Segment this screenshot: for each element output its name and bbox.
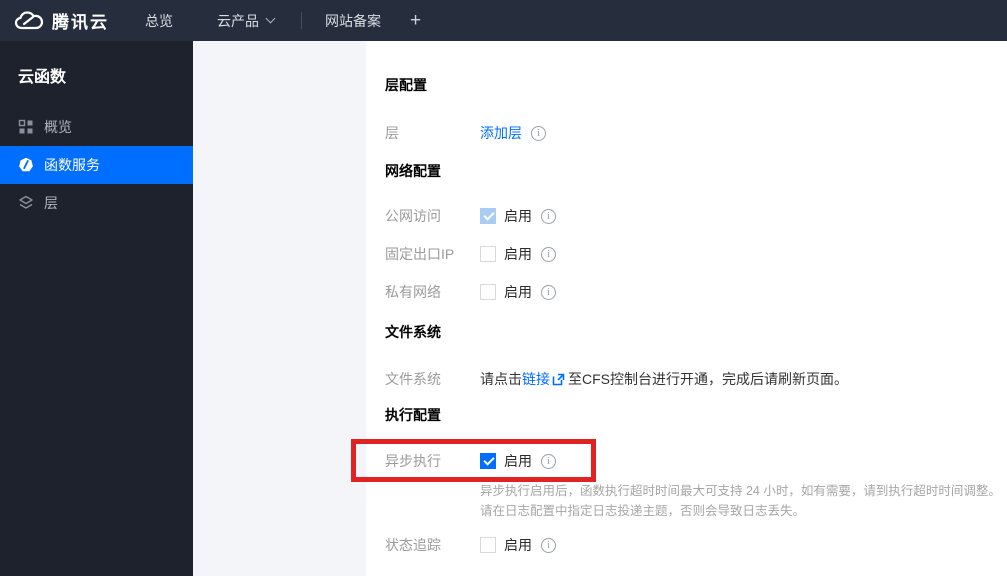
brand-name: 腾讯云 [52,13,109,32]
public-access-checkbox[interactable] [480,208,496,224]
layer-row: 层 添加层 [385,124,1007,142]
sidebar-item-label: 概览 [44,119,72,135]
private-network-label: 私有网络 [385,284,441,300]
fs-text-before: 请点击 [480,371,522,387]
nav-item-cloud-products[interactable]: 云产品 [217,11,276,31]
sidebar: 云函数 概览 函数服务 层 [0,41,193,576]
file-system-row: 文件系统 请点击 链接 至CFS控制台进行开通，完成后请刷新页面。 [385,370,1007,388]
top-nav: 腾讯云 总览 云产品 网站备案 + [0,0,1007,41]
layers-icon [18,195,34,211]
status-tracking-label: 状态追踪 [385,537,441,553]
external-link-icon[interactable] [552,373,565,386]
section-title-network-config: 网络配置 [385,163,441,179]
help-line-1: 异步执行启用后，函数执行超时时间最大可支持 24 小时，如有需要，请到执行超时时… [480,484,1001,498]
info-icon[interactable] [541,208,556,224]
private-network-row: 私有网络 启用 [385,283,1007,301]
sidebar-title: 云函数 [18,69,67,86]
enable-label: 启用 [504,208,532,224]
fs-text-after: 至CFS控制台进行开通，完成后请刷新页面。 [568,371,848,387]
info-icon[interactable] [541,453,556,469]
function-icon [18,157,34,173]
nav-add-button[interactable]: + [410,11,421,30]
section-title-file-system: 文件系统 [385,324,441,340]
enable-label: 启用 [504,537,532,553]
help-line-2: 请在日志配置中指定日志投递主题，否则会导致日志丢失。 [480,504,806,518]
chevron-down-icon [265,13,276,24]
section-title-execution-config: 执行配置 [385,407,441,423]
cloud-logo-icon [14,10,44,32]
info-icon[interactable] [541,537,556,553]
add-layer-link[interactable]: 添加层 [480,123,522,143]
secondary-panel [193,41,366,576]
enable-label: 启用 [504,284,532,300]
fixed-egress-ip-label: 固定出口IP [385,246,455,262]
async-execution-label: 异步执行 [385,453,441,469]
public-access-label: 公网访问 [385,208,441,224]
info-icon[interactable] [541,246,556,262]
nav-item-cloud-products-label: 云产品 [217,12,259,29]
nav-divider [301,12,302,29]
async-execution-checkbox[interactable] [480,453,496,469]
info-icon[interactable] [541,284,556,300]
fixed-egress-ip-checkbox[interactable] [480,246,496,262]
file-system-label: 文件系统 [385,371,441,387]
section-title-layer-config: 层配置 [385,77,427,93]
sidebar-item-label: 层 [44,195,58,211]
private-network-checkbox[interactable] [480,284,496,300]
sidebar-item-overview[interactable]: 概览 [0,108,193,146]
status-tracking-row: 状态追踪 启用 [385,536,1007,554]
fixed-egress-ip-row: 固定出口IP 启用 [385,245,1007,263]
sidebar-item-label: 函数服务 [44,157,100,173]
layer-label: 层 [385,125,399,141]
tencent-cloud-logo[interactable]: 腾讯云 [14,8,109,33]
nav-item-overview[interactable]: 总览 [145,11,173,31]
async-execution-help-text: 异步执行启用后，函数执行超时时间最大可支持 24 小时，如有需要，请到执行超时时… [480,481,1007,521]
sidebar-item-layers[interactable]: 层 [0,184,193,222]
public-access-row: 公网访问 启用 [385,207,1007,225]
sidebar-item-function-service[interactable]: 函数服务 [0,146,193,184]
enable-label: 启用 [504,246,532,262]
overview-grid-icon [18,119,34,135]
main-content: 层配置 层 添加层 网络配置 公网访问 启用 固定出口IP 启用 [366,41,1007,576]
nav-item-icp-filing[interactable]: 网站备案 [325,11,381,31]
cfs-console-link[interactable]: 链接 [522,369,550,389]
enable-label: 启用 [504,453,532,469]
async-execution-row: 异步执行 启用 [385,451,1007,471]
info-icon[interactable] [531,125,546,141]
status-tracking-checkbox[interactable] [480,537,496,553]
